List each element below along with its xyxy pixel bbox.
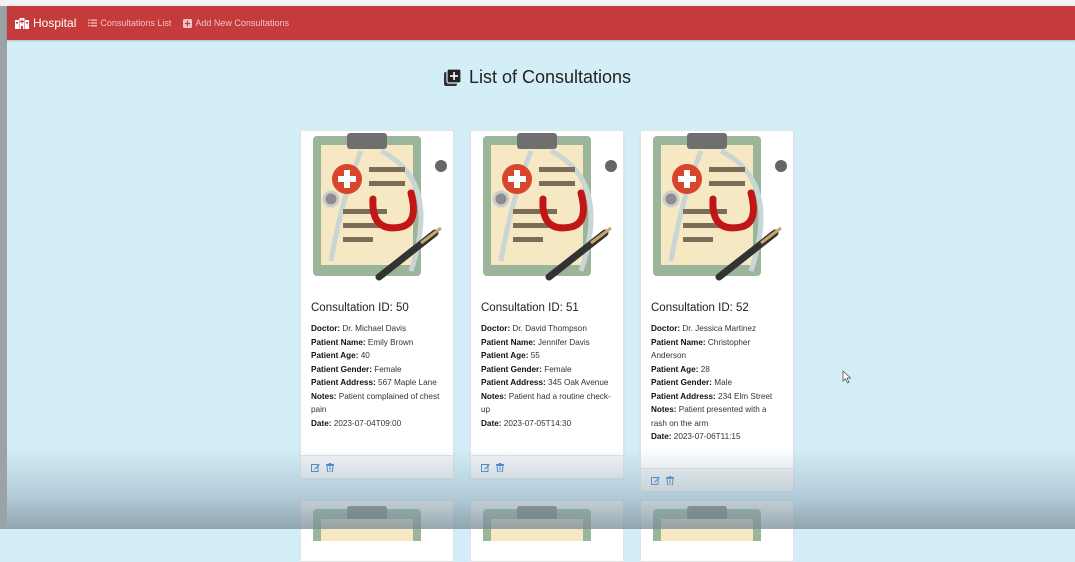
page-title-text: List of Consultations (468, 67, 632, 87)
brand[interactable]: Hospital (15, 16, 76, 30)
card-title: Consultation ID: 52 (651, 302, 749, 314)
field-notes: Notes: Patient had a routine check-up (481, 391, 611, 415)
field-patient-address: Patient Address: 345 Oak Avenue (481, 378, 609, 387)
field-patient-address: Patient Address: 234 Elm Street (651, 391, 773, 401)
field-doctor: Doctor: Dr. David Thompson (481, 324, 587, 333)
field-patient-name: Patient Name: Jennifer Davis (481, 337, 590, 347)
field-date: Date: 2023-07-04T09:00 (311, 418, 402, 428)
consultation-card: Consultation ID: 52 Doctor: Dr. Jessica … (640, 130, 794, 492)
field-patient-name: Patient Name: Christopher Anderson (651, 337, 751, 361)
delete-button[interactable] (326, 462, 334, 472)
field-doctor: Doctor: Dr. Jessica Martinez (651, 324, 757, 333)
delete-button[interactable] (496, 462, 504, 472)
plus-square-icon (183, 18, 193, 28)
consultation-card-partial (300, 500, 454, 562)
list-icon (88, 19, 98, 27)
consultation-card-partial (470, 500, 624, 562)
trash-icon (496, 462, 504, 472)
clipboard-stethoscope-illustration (641, 131, 793, 291)
edit-button[interactable] (481, 463, 490, 472)
nav-consultations-list[interactable]: Consultations List (88, 18, 171, 28)
brand-label: Hospital (33, 16, 77, 30)
field-patient-age: Patient Age: 40 (311, 351, 370, 360)
field-patient-gender: Patient Gender: Male (651, 378, 732, 387)
plus-square-icon (443, 69, 461, 86)
nav-add-consultation-label: Add New Consultations (195, 18, 289, 28)
delete-button[interactable] (666, 475, 674, 485)
card-footer (301, 455, 453, 478)
field-patient-gender: Patient Gender: Female (311, 364, 402, 374)
page-title: List of Consultations (0, 67, 1075, 88)
edit-icon (481, 463, 490, 472)
card-title: Consultation ID: 50 (311, 302, 409, 314)
clipboard-stethoscope-illustration (471, 131, 623, 291)
consultation-card-partial (640, 500, 794, 562)
field-doctor: Doctor: Dr. Michael Davis (311, 324, 407, 333)
field-patient-address: Patient Address: 567 Maple Lane (311, 378, 437, 387)
edit-button[interactable] (311, 463, 320, 472)
field-patient-age: Patient Age: 55 (481, 351, 540, 360)
consultation-card: Consultation ID: 51 Doctor: Dr. David Th… (470, 130, 624, 479)
card-footer (641, 468, 793, 491)
field-patient-age: Patient Age: 28 (651, 364, 710, 374)
field-patient-gender: Patient Gender: Female (481, 364, 572, 374)
card-title: Consultation ID: 51 (481, 302, 579, 314)
field-patient-name: Patient Name: Emily Brown (311, 337, 414, 347)
nav-consultations-list-label: Consultations List (100, 18, 172, 28)
field-notes: Notes: Patient complained of chest pain (311, 391, 440, 415)
edit-icon (651, 476, 660, 485)
mouse-cursor-icon (842, 370, 852, 384)
navbar: Hospital Consultations List Add New Cons… (7, 6, 1075, 40)
trash-icon (666, 475, 674, 485)
nav-add-consultation[interactable]: Add New Consultations (183, 18, 289, 28)
card-footer (471, 455, 623, 478)
clipboard-illustration (301, 501, 453, 549)
field-notes: Notes: Patient presented with a rash on … (651, 405, 767, 428)
trash-icon (326, 462, 334, 472)
clipboard-illustration (641, 501, 793, 549)
edit-button[interactable] (651, 476, 660, 485)
clipboard-illustration (471, 501, 623, 549)
clipboard-stethoscope-illustration (301, 131, 453, 291)
hospital-icon (15, 17, 29, 29)
field-date: Date: 2023-07-06T11:15 (651, 432, 741, 441)
edit-icon (311, 463, 320, 472)
consultation-card: Consultation ID: 50 Doctor: Dr. Michael … (300, 130, 454, 479)
field-date: Date: 2023-07-05T14:30 (481, 418, 572, 428)
